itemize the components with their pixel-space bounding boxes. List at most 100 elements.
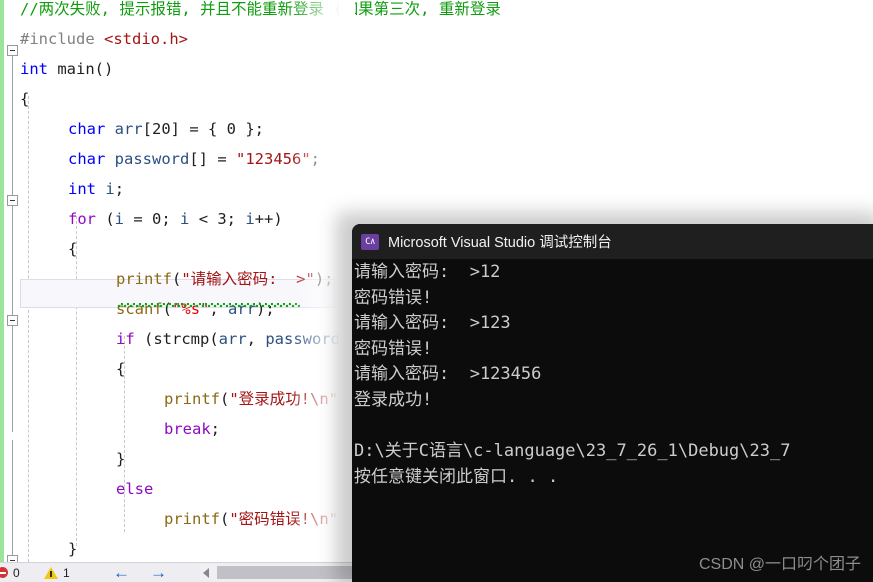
csdn-watermark: CSDN @一口叼个团子 xyxy=(698,556,861,573)
code-token: ( xyxy=(220,510,230,528)
code-line[interactable]: { xyxy=(68,234,77,264)
code-token: main() xyxy=(48,60,114,78)
code-line[interactable]: int i; xyxy=(68,174,124,204)
code-token: } xyxy=(116,450,126,468)
code-token: char xyxy=(68,150,106,168)
code-token: "登录成功!\n" xyxy=(229,390,339,408)
code-token: "密码错误!\n" xyxy=(229,510,339,528)
scope-line-main xyxy=(12,52,13,432)
code-token: ; xyxy=(310,150,320,168)
indent-guide-2 xyxy=(76,216,77,546)
console-line: 请输入密码: >12 xyxy=(354,262,501,282)
code-token: = 0; xyxy=(124,210,181,228)
code-line[interactable]: printf("密码错误!\n"); xyxy=(164,504,357,534)
code-line[interactable]: char arr[20] = { 0 }; xyxy=(68,114,264,144)
code-token: <stdio.h> xyxy=(104,30,188,48)
code-token: < 3; xyxy=(189,210,246,228)
code-token: { xyxy=(116,360,126,378)
console-line: 按任意键关闭此窗口. . . xyxy=(354,466,559,487)
code-token: password xyxy=(265,330,340,348)
code-token: { xyxy=(68,240,78,258)
console-line: D:\关于C语言\c-language\23_7_26_1\Debug\23_7 xyxy=(354,441,791,462)
code-token: else xyxy=(116,480,154,498)
code-line[interactable]: for (i = 0; i < 3; i++) xyxy=(68,204,283,234)
code-token: , xyxy=(246,330,266,348)
scope-line-for xyxy=(12,440,13,562)
code-token: "请输入密码: >" xyxy=(181,270,315,288)
error-count-item[interactable]: 0 xyxy=(0,563,20,582)
code-token: ( xyxy=(96,210,115,228)
code-line[interactable]: char password[] = "123456"; xyxy=(68,144,320,174)
error-icon xyxy=(0,567,8,578)
code-line[interactable]: break; xyxy=(164,414,220,444)
console-line: 请输入密码: >123 xyxy=(354,313,511,334)
code-line[interactable]: printf("登录成功!\n"); xyxy=(164,384,357,414)
code-token: [] = xyxy=(189,150,236,168)
error-count-label: 0 xyxy=(13,565,20,580)
console-line: 密码错误! xyxy=(354,287,433,308)
code-token: ( xyxy=(172,270,182,288)
code-token: (strcmp( xyxy=(134,330,219,348)
code-line[interactable]: int main() xyxy=(20,54,113,84)
scanf-warning-squiggle xyxy=(117,303,300,307)
console-title-bar[interactable]: C∧ Microsoft Visual Studio 调试控制台 xyxy=(352,224,873,259)
code-token: ++) xyxy=(254,210,283,228)
console-line: 请输入密码: >123456 xyxy=(354,364,542,385)
code-line[interactable]: else xyxy=(116,474,153,504)
warning-icon xyxy=(44,566,58,579)
nav-back-button[interactable]: ← xyxy=(113,563,130,582)
code-line[interactable]: { xyxy=(116,354,125,384)
code-token: { xyxy=(20,90,30,108)
code-token: #include xyxy=(20,30,104,48)
collapse-toggle-if[interactable] xyxy=(7,315,18,326)
code-line[interactable]: //两次失败, 提示报错, 并且不能重新登录 (如果第三次, 重新登录 xyxy=(20,0,501,24)
code-token: ); xyxy=(314,270,334,288)
code-token: i xyxy=(245,210,255,228)
scroll-left-icon[interactable] xyxy=(203,568,209,578)
code-token: "123456" xyxy=(236,150,311,168)
arrow-right-icon: → xyxy=(150,563,167,582)
collapse-toggle-else[interactable] xyxy=(7,555,18,562)
collapse-toggle-main[interactable] xyxy=(7,45,18,56)
code-token: ; xyxy=(114,180,125,198)
console-output[interactable]: 请输入密码: >12 密码错误! 请输入密码: >123 密码错误! 请输入密码: >1… xyxy=(352,259,873,582)
code-line[interactable]: #include <stdio.h> xyxy=(20,24,188,54)
code-line[interactable]: } xyxy=(68,534,77,562)
code-token: break xyxy=(164,420,211,438)
code-line[interactable]: printf("请输入密码: >"); xyxy=(116,264,334,294)
console-line: 登录成功! xyxy=(354,389,433,410)
arrow-left-icon: ← xyxy=(113,563,130,582)
indent-guide-1 xyxy=(28,96,29,562)
code-line[interactable]: scanf("%s", arr); xyxy=(116,294,275,324)
console-line: 密码错误! xyxy=(354,338,433,359)
code-line[interactable]: { xyxy=(20,84,29,114)
code-line[interactable]: } xyxy=(116,444,125,474)
code-token: ( xyxy=(220,390,230,408)
code-token: //两次失败, 提示报错, 并且不能重新登录 (如果第三次, 重新登录 xyxy=(20,0,501,18)
console-title-label: Microsoft Visual Studio 调试控制台 xyxy=(388,235,612,251)
code-token: arr xyxy=(114,120,143,138)
code-token: printf xyxy=(164,390,220,408)
nav-forward-button[interactable]: → xyxy=(150,563,167,582)
collapse-toggle-for[interactable] xyxy=(7,195,18,206)
code-token: ; xyxy=(210,420,221,438)
warning-count-item[interactable]: 1 xyxy=(44,563,70,582)
code-token: int xyxy=(68,180,96,198)
change-bar xyxy=(0,0,4,562)
warning-count-label: 1 xyxy=(63,565,70,580)
screen-root: //两次失败, 提示报错, 并且不能重新登录 (如果第三次, 重新登录 #incl… xyxy=(0,0,873,582)
code-token: printf xyxy=(116,270,172,288)
code-token: i xyxy=(180,210,190,228)
console-app-icon: C∧ xyxy=(361,233,379,250)
code-token: int xyxy=(20,60,48,78)
debug-console-window[interactable]: C∧ Microsoft Visual Studio 调试控制台 请输入密码: … xyxy=(352,224,873,582)
code-token: char xyxy=(68,120,106,138)
code-token: } xyxy=(68,540,78,558)
code-token: i xyxy=(105,180,115,198)
code-token: password xyxy=(114,150,190,168)
code-token: i xyxy=(114,210,125,228)
code-token: arr xyxy=(218,330,247,348)
